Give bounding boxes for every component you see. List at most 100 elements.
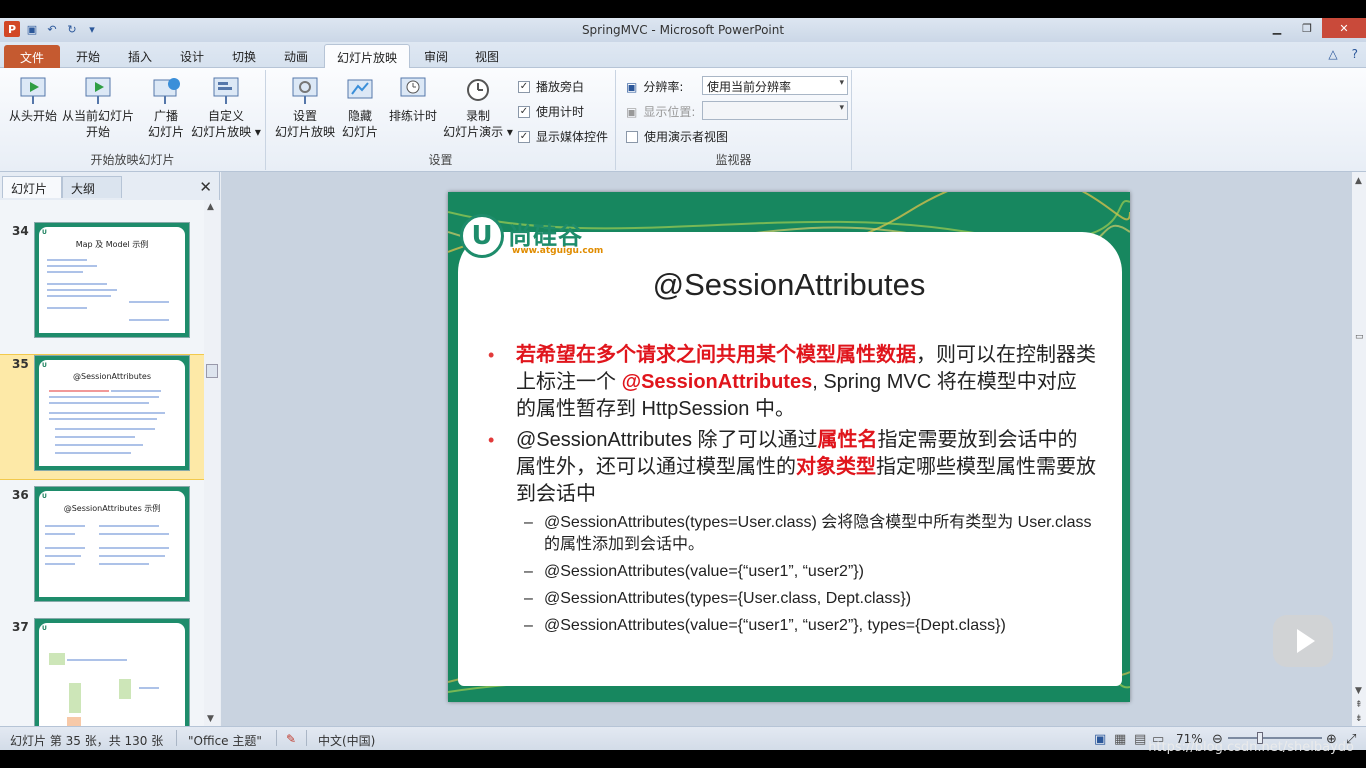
zoom-slider[interactable] <box>1228 737 1322 739</box>
tab-slides[interactable]: 幻灯片 <box>2 176 62 198</box>
checkbox-checked-icon: ✓ <box>518 105 530 118</box>
slide-number: 36 <box>12 488 29 502</box>
thumbnail-image: U @SessionAttributes <box>34 355 190 471</box>
reading-view-icon[interactable]: ▤ <box>1134 732 1146 747</box>
use-timings-checkbox[interactable]: ✓ 使用计时 <box>518 103 584 120</box>
window-controls: ▁ ❐ ✕ <box>1262 18 1366 38</box>
presenter-view-checkbox[interactable]: 使用演示者视图 <box>626 128 728 145</box>
rehearse-timings-button[interactable]: 排练计时 <box>384 74 442 124</box>
slide-thumbnail-selected[interactable]: 35 U @SessionAttributes <box>0 354 204 480</box>
logo-icon: U <box>42 625 47 632</box>
help-icon[interactable]: ? <box>1352 47 1358 61</box>
tab-outline[interactable]: 大纲 <box>62 176 122 198</box>
tab-slide-show[interactable]: 幻灯片放映 <box>324 44 410 68</box>
tab-insert[interactable]: 插入 <box>116 44 164 68</box>
slide-sorter-icon[interactable]: ▦ <box>1114 732 1126 747</box>
tab-file[interactable]: 文件 <box>4 45 60 68</box>
pane-tabs: 幻灯片 大纲 ✕ <box>0 176 220 198</box>
next-slide-icon[interactable]: ⇟ <box>1355 714 1363 724</box>
group-label-monitors: 监视器 <box>715 153 752 167</box>
resolution-select[interactable]: 使用当前分辨率 ▾ <box>702 76 848 95</box>
normal-view-icon[interactable]: ▣ <box>1094 732 1106 747</box>
previous-slide-icon[interactable]: ⇞ <box>1355 700 1363 710</box>
chevron-down-icon: ▾ <box>839 78 844 88</box>
tab-transitions[interactable]: 切换 <box>220 44 268 68</box>
slide-number: 34 <box>12 224 29 238</box>
from-current-slide-button[interactable]: 从当前幻灯片 开始 <box>60 74 136 140</box>
slide-number: 35 <box>12 357 29 371</box>
slide-thumbnail[interactable]: 36 U @SessionAttributes 示例 <box>0 486 204 612</box>
show-media-controls-checkbox[interactable]: ✓ 显示媒体控件 <box>518 128 608 145</box>
video-play-icon[interactable] <box>1273 615 1333 667</box>
slide-thumbnail[interactable]: 34 U Map 及 Model 示例 <box>0 222 204 348</box>
thumbnail-title: Map 及 Model 示例 <box>75 240 149 249</box>
thumbnail-image: U Map 及 Model 示例 <box>34 222 190 338</box>
tab-animations[interactable]: 动画 <box>272 44 320 68</box>
spellcheck-icon[interactable]: ✎ <box>286 732 296 746</box>
slides-pane: 幻灯片 大纲 ✕ 34 U Map 及 Model 示例 35 U @Sessi… <box>0 172 220 726</box>
hide-slide-button[interactable]: 隐藏 幻灯片 <box>340 74 380 140</box>
thumbnail-title: @SessionAttributes <box>72 372 151 381</box>
minimize-icon[interactable]: ▁ <box>1262 18 1292 38</box>
custom-slideshow-icon <box>210 74 242 106</box>
chevron-down-icon: ▾ <box>839 103 844 113</box>
editor-scrollbar[interactable]: ▲ ▭ ▼ ⇞ ⇟ <box>1352 172 1366 726</box>
close-icon[interactable]: ✕ <box>1322 18 1366 38</box>
scroll-thumb[interactable] <box>206 364 218 378</box>
tab-view[interactable]: 视图 <box>462 44 512 68</box>
monitor-icon: ▣ <box>626 79 638 94</box>
theme-name: "Office 主题" <box>188 734 262 748</box>
watermark-text: https://blog.csdn.net/shelbaydo <box>1148 740 1354 755</box>
resolution-label: ▣ 分辨率: <box>626 79 684 95</box>
current-slide[interactable]: U 尚硅谷 www.atguigu.com @SessionAttributes… <box>448 192 1130 702</box>
slide-counter: 幻灯片 第 35 张，共 130 张 <box>10 734 164 748</box>
window-title: SpringMVC - Microsoft PowerPoint <box>581 23 785 37</box>
help-area: △ ? <box>1328 47 1358 61</box>
broadcast-slideshow-button[interactable]: 广播 幻灯片 <box>144 74 188 140</box>
play-from-start-icon <box>17 74 49 106</box>
tab-design[interactable]: 设计 <box>168 44 216 68</box>
from-beginning-button[interactable]: 从头开始 <box>6 74 60 124</box>
thumbnail-title: @SessionAttributes 示例 <box>63 504 161 513</box>
group-start-slideshow: 从头开始 从当前幻灯片 开始 广播 幻灯片 自定义 幻灯片放映 ▾ 开始放映幻灯… <box>0 70 266 170</box>
scroll-down-icon[interactable]: ▼ <box>207 714 214 724</box>
ribbon: 从头开始 从当前幻灯片 开始 广播 幻灯片 自定义 幻灯片放映 ▾ 开始放映幻灯… <box>0 68 1366 172</box>
broadcast-icon <box>150 74 182 106</box>
logo-icon: U <box>42 362 47 369</box>
slide-thumbnails: 34 U Map 及 Model 示例 35 U @SessionAttribu… <box>0 200 204 726</box>
checkbox-checked-icon: ✓ <box>518 130 530 143</box>
scroll-down-icon[interactable]: ▼ <box>1355 686 1362 696</box>
display-on-select[interactable]: ▾ <box>702 101 848 120</box>
group-label-setup: 设置 <box>428 153 453 167</box>
tab-review[interactable]: 审阅 <box>414 44 458 68</box>
group-monitors: ▣ 分辨率: 使用当前分辨率 ▾ ▣ 显示位置: ▾ 使用演示者视图 监视器 <box>616 70 852 170</box>
setup-slideshow-icon <box>289 74 321 106</box>
thumbnail-image: U @SessionAttributes 示例 <box>34 486 190 602</box>
hide-slide-icon <box>344 74 376 106</box>
powerpoint-window: P ▣ ↶ ↻ ▾ SpringMVC - Microsoft PowerPoi… <box>0 18 1366 750</box>
language[interactable]: 中文(中国) <box>318 732 375 749</box>
play-narrations-checkbox[interactable]: ✓ 播放旁白 <box>518 78 584 95</box>
tab-home[interactable]: 开始 <box>64 44 112 68</box>
close-pane-icon[interactable]: ✕ <box>199 178 212 196</box>
restore-icon[interactable]: ❐ <box>1292 18 1322 38</box>
custom-slideshow-button[interactable]: 自定义 幻灯片放映 ▾ <box>190 74 262 140</box>
bullet-2: @SessionAttributes 除了可以通过属性名指定需要放到会话中的属性… <box>486 427 1096 508</box>
thumbnail-image: U <box>34 618 190 726</box>
sub-bullet-4: @SessionAttributes(value={“user1”, “user… <box>486 615 1096 637</box>
collapse-ribbon-icon[interactable]: △ <box>1328 47 1337 61</box>
scroll-up-icon[interactable]: ▲ <box>207 202 214 212</box>
scroll-up-icon[interactable]: ▲ <box>1355 176 1362 186</box>
sub-bullet-3: @SessionAttributes(types={User.class, De… <box>486 588 1096 610</box>
record-slideshow-button[interactable]: 录制 幻灯片演示 ▾ <box>442 74 514 140</box>
logo-icon: U <box>42 493 47 500</box>
setup-slideshow-button[interactable]: 设置 幻灯片放映 <box>272 74 338 140</box>
slide-number: 37 <box>12 620 29 634</box>
slide-thumbnail[interactable]: 37 U <box>0 618 204 726</box>
sub-bullet-1: @SessionAttributes(types=User.class) 会将隐… <box>486 512 1096 556</box>
scroll-thumb[interactable]: ▭ <box>1355 332 1364 342</box>
thumbnails-scrollbar[interactable]: ▲ ▼ <box>204 200 220 726</box>
title-bar: P ▣ ↶ ↻ ▾ SpringMVC - Microsoft PowerPoi… <box>0 18 1366 42</box>
rehearse-icon <box>397 74 429 106</box>
play-from-current-icon <box>82 74 114 106</box>
